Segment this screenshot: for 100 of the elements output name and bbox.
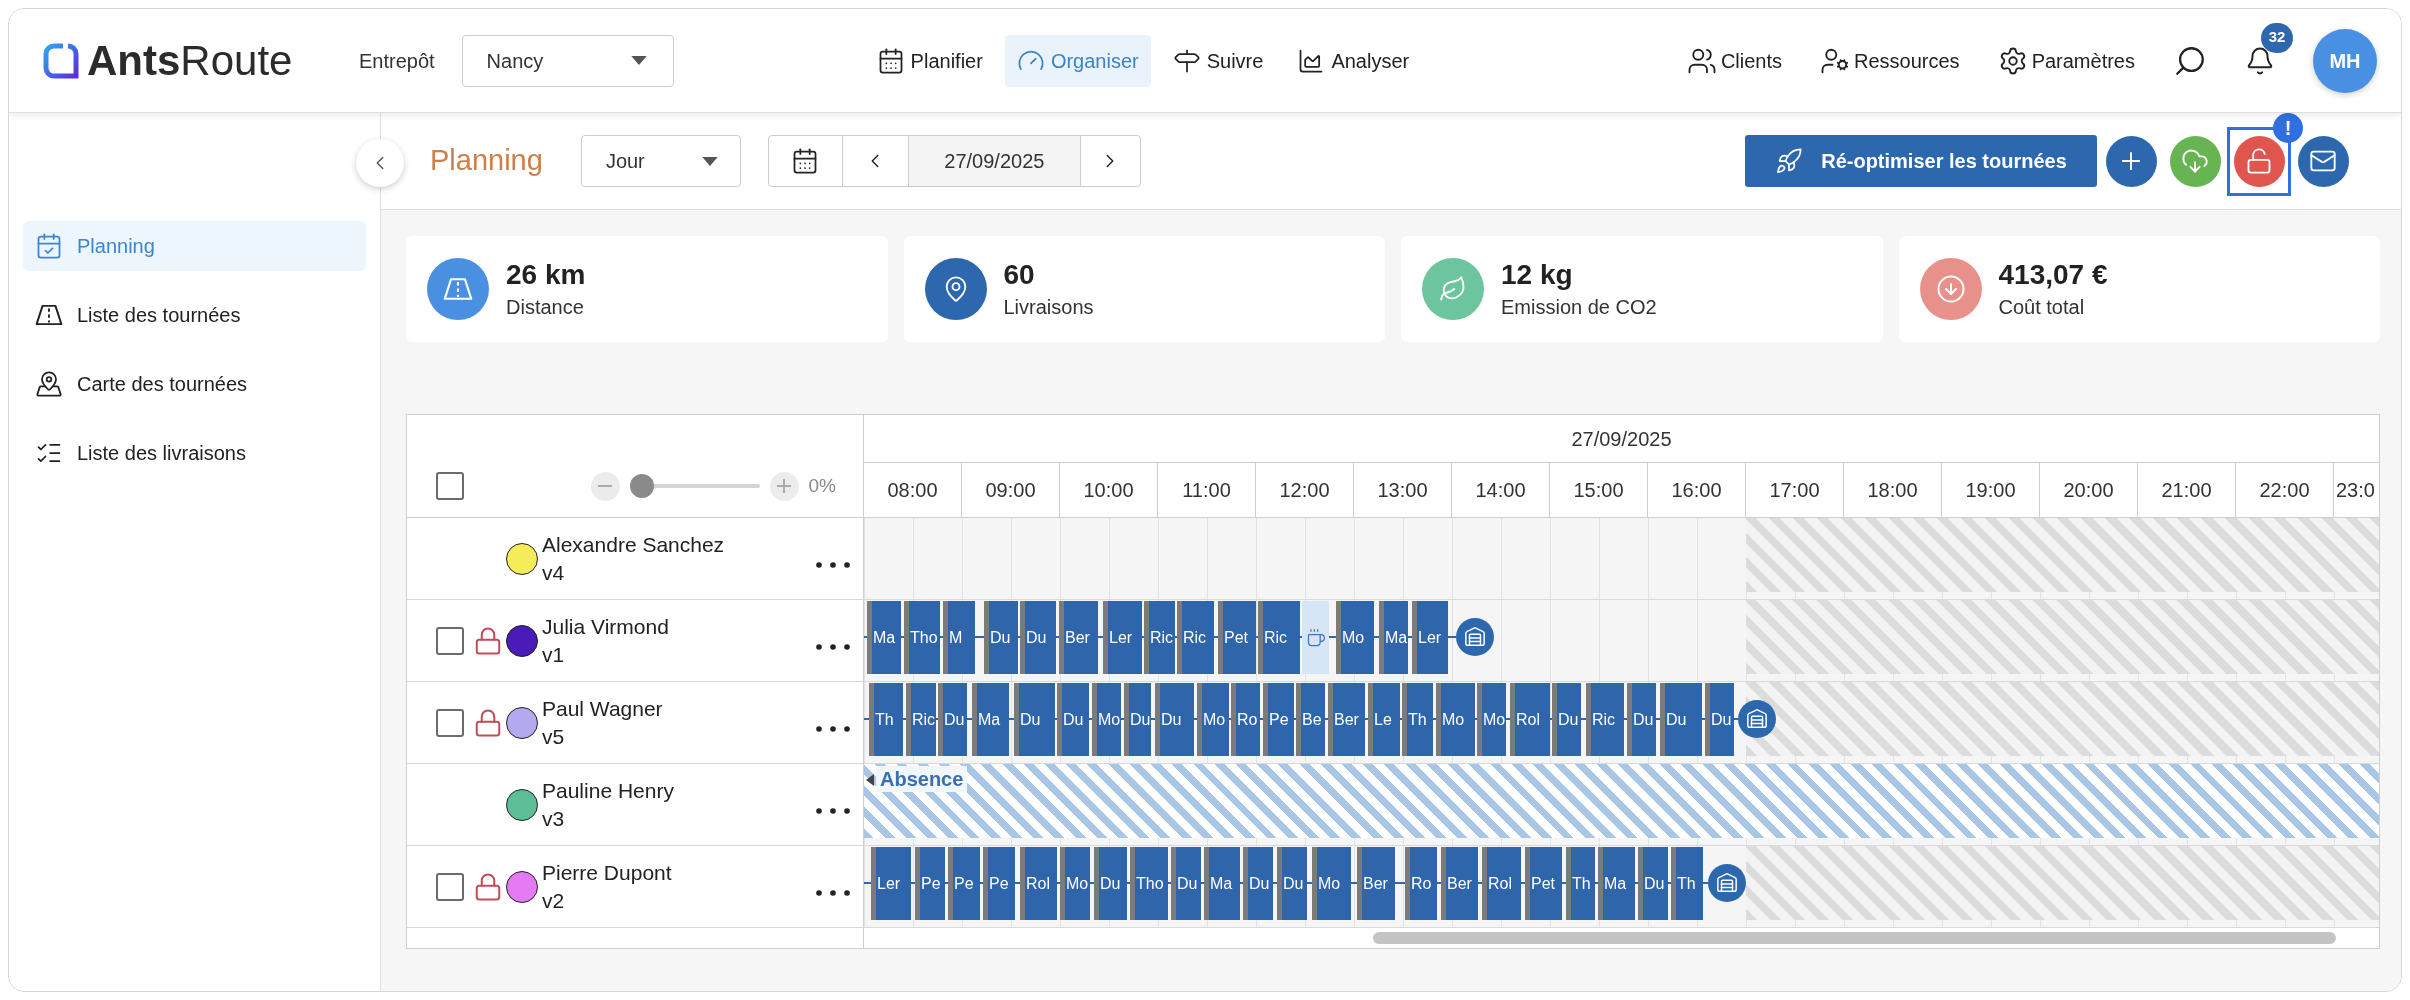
- stop-block[interactable]: Ric: [1258, 601, 1300, 674]
- row-checkbox[interactable]: [436, 626, 464, 655]
- stop-block[interactable]: Du: [1705, 683, 1734, 756]
- stop-block[interactable]: Ma: [867, 601, 901, 674]
- stop-block[interactable]: Du: [1155, 683, 1194, 756]
- stop-block[interactable]: Rol: [1510, 683, 1550, 756]
- stop-block[interactable]: Ro: [1231, 683, 1260, 756]
- more-button[interactable]: [816, 643, 850, 650]
- hour-label: 23:0: [2335, 478, 2376, 503]
- mail-button[interactable]: [2297, 135, 2349, 187]
- stop-block[interactable]: Ric: [1586, 683, 1624, 756]
- stop-block[interactable]: Pet: [1525, 847, 1562, 920]
- stop-block[interactable]: Rol: [1020, 847, 1057, 920]
- kpi-label: Coût total: [1998, 295, 2086, 320]
- stop-block[interactable]: Le: [1368, 683, 1400, 756]
- sidebar-item[interactable]: Carte des tournées: [23, 359, 366, 409]
- stop-block[interactable]: Mo: [1197, 683, 1229, 756]
- stop-block[interactable]: Tho: [904, 601, 940, 674]
- stop-block[interactable]: Ler: [1412, 601, 1448, 674]
- select-all-checkbox[interactable]: [436, 472, 464, 500]
- stop-block[interactable]: Th: [1402, 683, 1433, 756]
- driver-name: Alexandre Sanchez: [542, 531, 725, 558]
- nav-tab[interactable]: Organiser: [1004, 34, 1151, 87]
- stop-block[interactable]: Du: [1014, 683, 1055, 756]
- stop-block[interactable]: Ma: [972, 683, 1009, 756]
- more-icon: [816, 643, 850, 650]
- reoptimize-button[interactable]: Ré-optimiser les tournées: [1745, 135, 2097, 187]
- hour-label: 12:00: [1256, 463, 1354, 517]
- stop-block[interactable]: Du: [1638, 847, 1668, 920]
- stop-block[interactable]: Ber: [1059, 601, 1098, 674]
- zoom-slider[interactable]: [629, 474, 760, 498]
- absence-label: Absence: [876, 766, 968, 792]
- nav-tab[interactable]: Planifier: [864, 34, 995, 87]
- stop-block[interactable]: Du: [1627, 683, 1656, 756]
- stop-block[interactable]: Ric: [906, 683, 936, 756]
- unlock-button[interactable]: [2233, 135, 2285, 187]
- sidebar-item[interactable]: Planning: [23, 221, 366, 271]
- more-button[interactable]: [816, 807, 850, 814]
- more-button[interactable]: [816, 889, 850, 896]
- stop-block[interactable]: M: [943, 601, 975, 674]
- stop-block[interactable]: Du: [1552, 683, 1581, 756]
- stop-block[interactable]: Ler: [871, 847, 911, 920]
- sidebar-item[interactable]: Liste des livraisons: [23, 428, 366, 478]
- stop-block[interactable]: Ber: [1441, 847, 1478, 920]
- user-avatar[interactable]: MH: [2313, 28, 2377, 93]
- stop-block[interactable]: Du: [1171, 847, 1201, 920]
- stop-block[interactable]: Ler: [1103, 601, 1142, 674]
- slider-thumb[interactable]: [629, 474, 654, 498]
- stop-block[interactable]: Mo: [1477, 683, 1506, 756]
- nav-link[interactable]: Paramètres: [1997, 45, 2135, 76]
- stop-block[interactable]: Mo: [1312, 847, 1351, 920]
- stop-block[interactable]: Du: [1277, 847, 1307, 920]
- more-button[interactable]: [816, 725, 850, 732]
- nav-link[interactable]: Ressources: [1820, 45, 1960, 76]
- stop-block[interactable]: Mo: [1092, 683, 1121, 756]
- stop-block[interactable]: Du: [1094, 847, 1127, 920]
- horizontal-scrollbar[interactable]: [1373, 932, 2336, 944]
- stop-block[interactable]: Ro: [1405, 847, 1437, 920]
- stop-block[interactable]: Du: [1057, 683, 1089, 756]
- sidebar-item[interactable]: Liste des tournées: [23, 290, 366, 340]
- nav-tab[interactable]: Analyser: [1285, 34, 1422, 87]
- stop-block[interactable]: Th: [1566, 847, 1595, 920]
- row-checkbox[interactable]: [436, 872, 464, 901]
- logo-text: AntsRoute: [87, 39, 293, 82]
- break-block[interactable]: [1302, 601, 1329, 674]
- nav-link[interactable]: Clients: [1686, 45, 1782, 76]
- stop-block[interactable]: Du: [1660, 683, 1702, 756]
- stop-block[interactable]: Du: [1020, 601, 1056, 674]
- stop-block[interactable]: Th: [1671, 847, 1703, 920]
- nav-tab[interactable]: Suivre: [1160, 34, 1276, 87]
- date-field[interactable]: 27/09/2025: [907, 136, 1080, 186]
- stop-block[interactable]: Pe: [915, 847, 945, 920]
- stop-block[interactable]: Ma: [1598, 847, 1635, 920]
- warehouse-select[interactable]: Nancy: [461, 34, 674, 87]
- stop-block[interactable]: Ma: [1379, 601, 1408, 674]
- stop-block[interactable]: Rol: [1482, 847, 1521, 920]
- stop-block[interactable]: Pe: [983, 847, 1015, 920]
- hour-label: 14:00: [1452, 463, 1550, 517]
- stop-block[interactable]: Ber: [1357, 847, 1395, 920]
- stop-block[interactable]: Ric: [1177, 601, 1214, 674]
- stop-block[interactable]: Tho: [1130, 847, 1168, 920]
- stop-block[interactable]: Ber: [1328, 683, 1365, 756]
- kpi-label: Emission de CO2: [1501, 295, 1657, 320]
- stop-block[interactable]: Du: [1243, 847, 1273, 920]
- stop-block[interactable]: Pet: [1218, 601, 1256, 674]
- stop-block[interactable]: Th: [869, 683, 903, 756]
- stop-block[interactable]: Du: [1124, 683, 1151, 756]
- stop-block[interactable]: Du: [984, 601, 1018, 674]
- stop-block[interactable]: Pe: [1263, 683, 1294, 756]
- stop-block[interactable]: Du: [938, 683, 967, 756]
- more-button[interactable]: [816, 561, 850, 568]
- stop-block[interactable]: Be: [1296, 683, 1325, 756]
- stop-block[interactable]: Mo: [1336, 601, 1374, 674]
- stop-block[interactable]: Ma: [1204, 847, 1240, 920]
- stop-block[interactable]: Mo: [1436, 683, 1475, 756]
- stop-block[interactable]: Mo: [1060, 847, 1090, 920]
- row-checkbox[interactable]: [436, 708, 464, 737]
- stop-block[interactable]: Ric: [1144, 601, 1175, 674]
- stop-block[interactable]: Pe: [948, 847, 980, 920]
- view-select[interactable]: Jour: [580, 135, 741, 187]
